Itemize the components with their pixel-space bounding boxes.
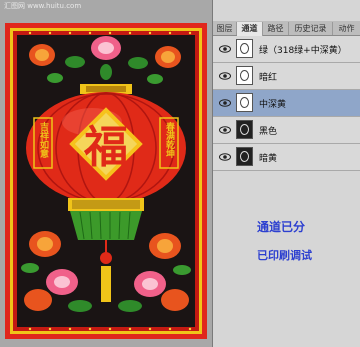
eye-icon[interactable] bbox=[219, 70, 231, 82]
tab-history[interactable]: 历史记录 bbox=[289, 22, 333, 35]
tab-layers[interactable]: 图层 bbox=[213, 22, 237, 35]
right-couplet: 春满乾坤 bbox=[164, 121, 176, 159]
document-canvas[interactable]: 汇图网 www.huitu.com 福 吉祥如意 春满乾坤 bbox=[0, 0, 212, 347]
tab-channels[interactable]: 通道 bbox=[237, 22, 263, 36]
left-couplet: 吉祥如意 bbox=[38, 121, 49, 159]
channel-thumbnail bbox=[236, 93, 253, 112]
channel-list: 绿（318绿+中深黄） 暗红 中深黄 黑色 暗黄 bbox=[213, 36, 360, 171]
channel-row-dark-red[interactable]: 暗红 bbox=[213, 63, 360, 90]
channel-label: 黑色 bbox=[259, 127, 278, 137]
fu-character: 福 bbox=[83, 122, 128, 173]
channel-row-dark-yellow[interactable]: 暗黄 bbox=[213, 144, 360, 171]
channel-label: 中深黄 bbox=[259, 100, 287, 110]
gold-tassel bbox=[101, 266, 111, 302]
eye-icon[interactable] bbox=[219, 151, 231, 163]
channel-row-black[interactable]: 黑色 bbox=[213, 117, 360, 144]
eye-icon[interactable] bbox=[219, 124, 231, 136]
channel-thumbnail bbox=[236, 120, 253, 139]
tab-actions[interactable]: 动作 bbox=[333, 22, 360, 35]
tab-paths[interactable]: 路径 bbox=[263, 22, 289, 35]
channel-label: 暗红 bbox=[259, 73, 278, 83]
channel-thumbnail bbox=[236, 39, 253, 58]
channel-thumbnail bbox=[236, 66, 253, 85]
panel-tabs: 图层 通道 路径 历史记录 动作 bbox=[213, 21, 360, 36]
eye-icon[interactable] bbox=[219, 43, 231, 55]
channel-row-medium-deep-yellow[interactable]: 中深黄 bbox=[213, 90, 360, 117]
channel-row-green[interactable]: 绿（318绿+中深黄） bbox=[213, 36, 360, 63]
channel-label: 暗黄 bbox=[259, 154, 278, 164]
channels-separated-text: 通道已分 bbox=[257, 220, 306, 234]
channels-panel: 图层 通道 路径 历史记录 动作 绿（318绿+中深黄） 暗红 中深黄 黑色 暗… bbox=[212, 0, 360, 347]
eye-icon[interactable] bbox=[219, 97, 231, 109]
fu-lantern-artwork: 福 吉祥如意 春满乾坤 bbox=[5, 23, 207, 339]
channel-label: 绿（318绿+中深黄） bbox=[259, 46, 347, 56]
chinese-knot bbox=[100, 252, 112, 264]
print-tested-text: 已印刷调试 bbox=[257, 249, 312, 262]
channel-thumbnail bbox=[236, 147, 253, 166]
